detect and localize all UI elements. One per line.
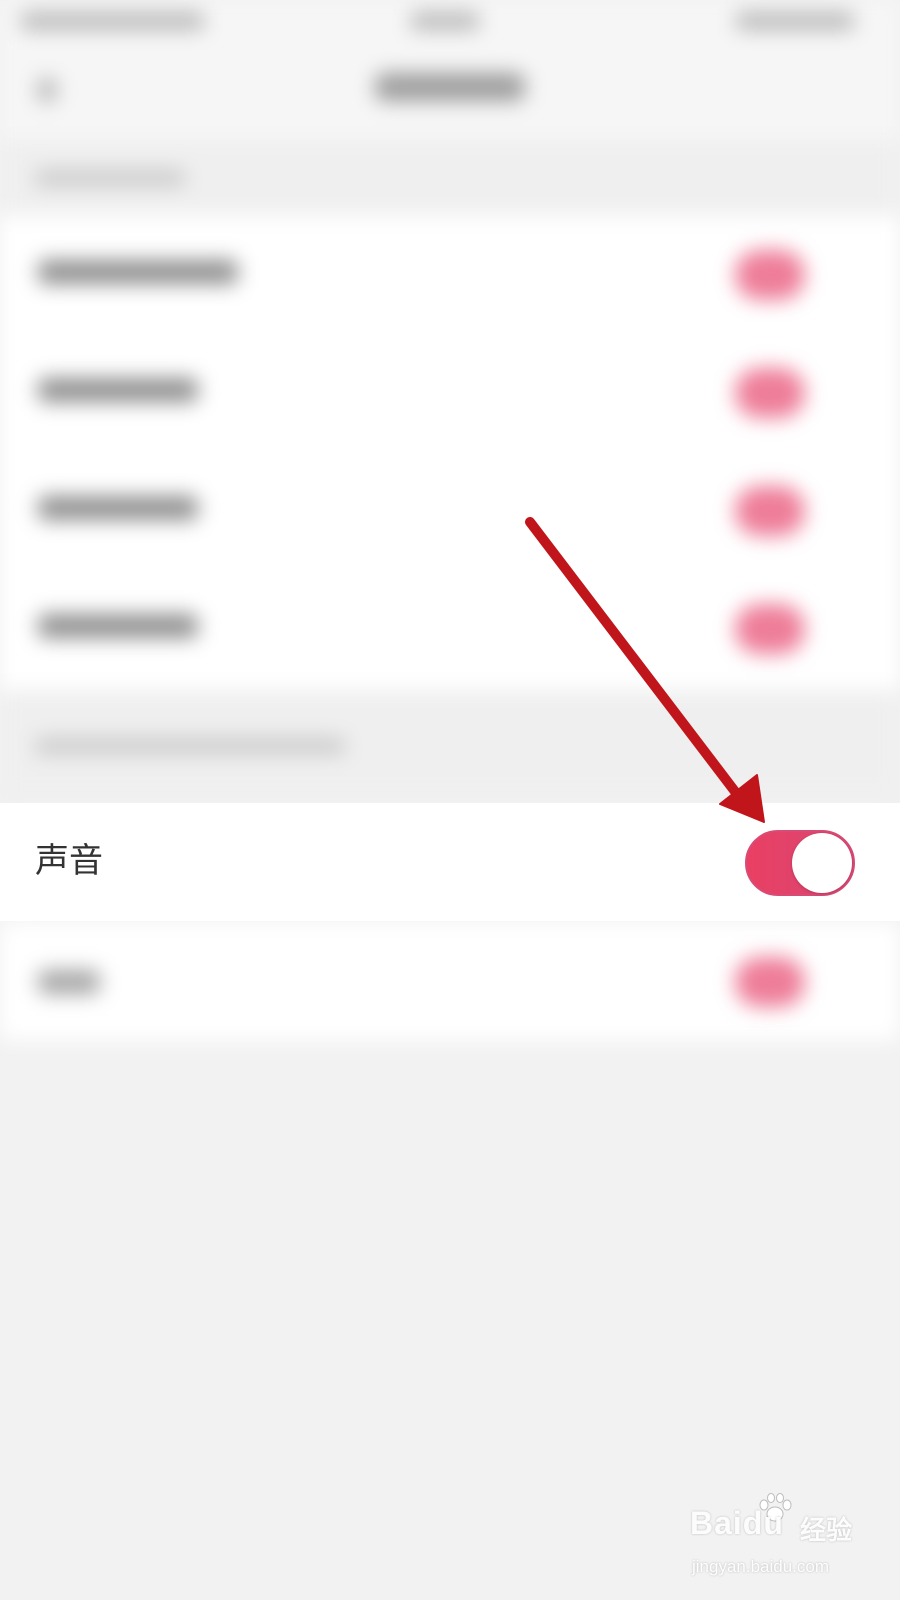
navigation-bar xyxy=(0,45,900,140)
toggle-icon xyxy=(735,957,805,1007)
sound-label: 声音 xyxy=(35,841,103,881)
watermark-service: 经验 xyxy=(800,1516,853,1546)
toggle-icon xyxy=(735,368,805,418)
list-item xyxy=(0,333,900,451)
list-item xyxy=(0,451,900,569)
section-header xyxy=(0,690,900,800)
obscured-settings-area xyxy=(0,0,900,800)
watermark-brand: Baidu xyxy=(690,1505,784,1541)
list-item xyxy=(0,569,900,687)
page-title xyxy=(375,73,525,101)
settings-row-sound: 声音 xyxy=(0,803,900,921)
obscured-settings-row xyxy=(0,922,900,1052)
toggle-icon xyxy=(735,604,805,654)
watermark: Baidu 经验 jingyan.baidu.com xyxy=(690,1493,880,1585)
toggle-icon xyxy=(735,250,805,300)
obscured-settings-list xyxy=(0,215,900,690)
sound-toggle[interactable] xyxy=(745,830,855,896)
status-bar xyxy=(0,0,900,45)
watermark-url: jingyan.baidu.com xyxy=(692,1557,830,1576)
list-item xyxy=(0,215,900,333)
toggle-icon xyxy=(735,486,805,536)
toggle-knob xyxy=(792,833,852,893)
section-header xyxy=(0,140,900,215)
back-icon xyxy=(38,79,56,101)
